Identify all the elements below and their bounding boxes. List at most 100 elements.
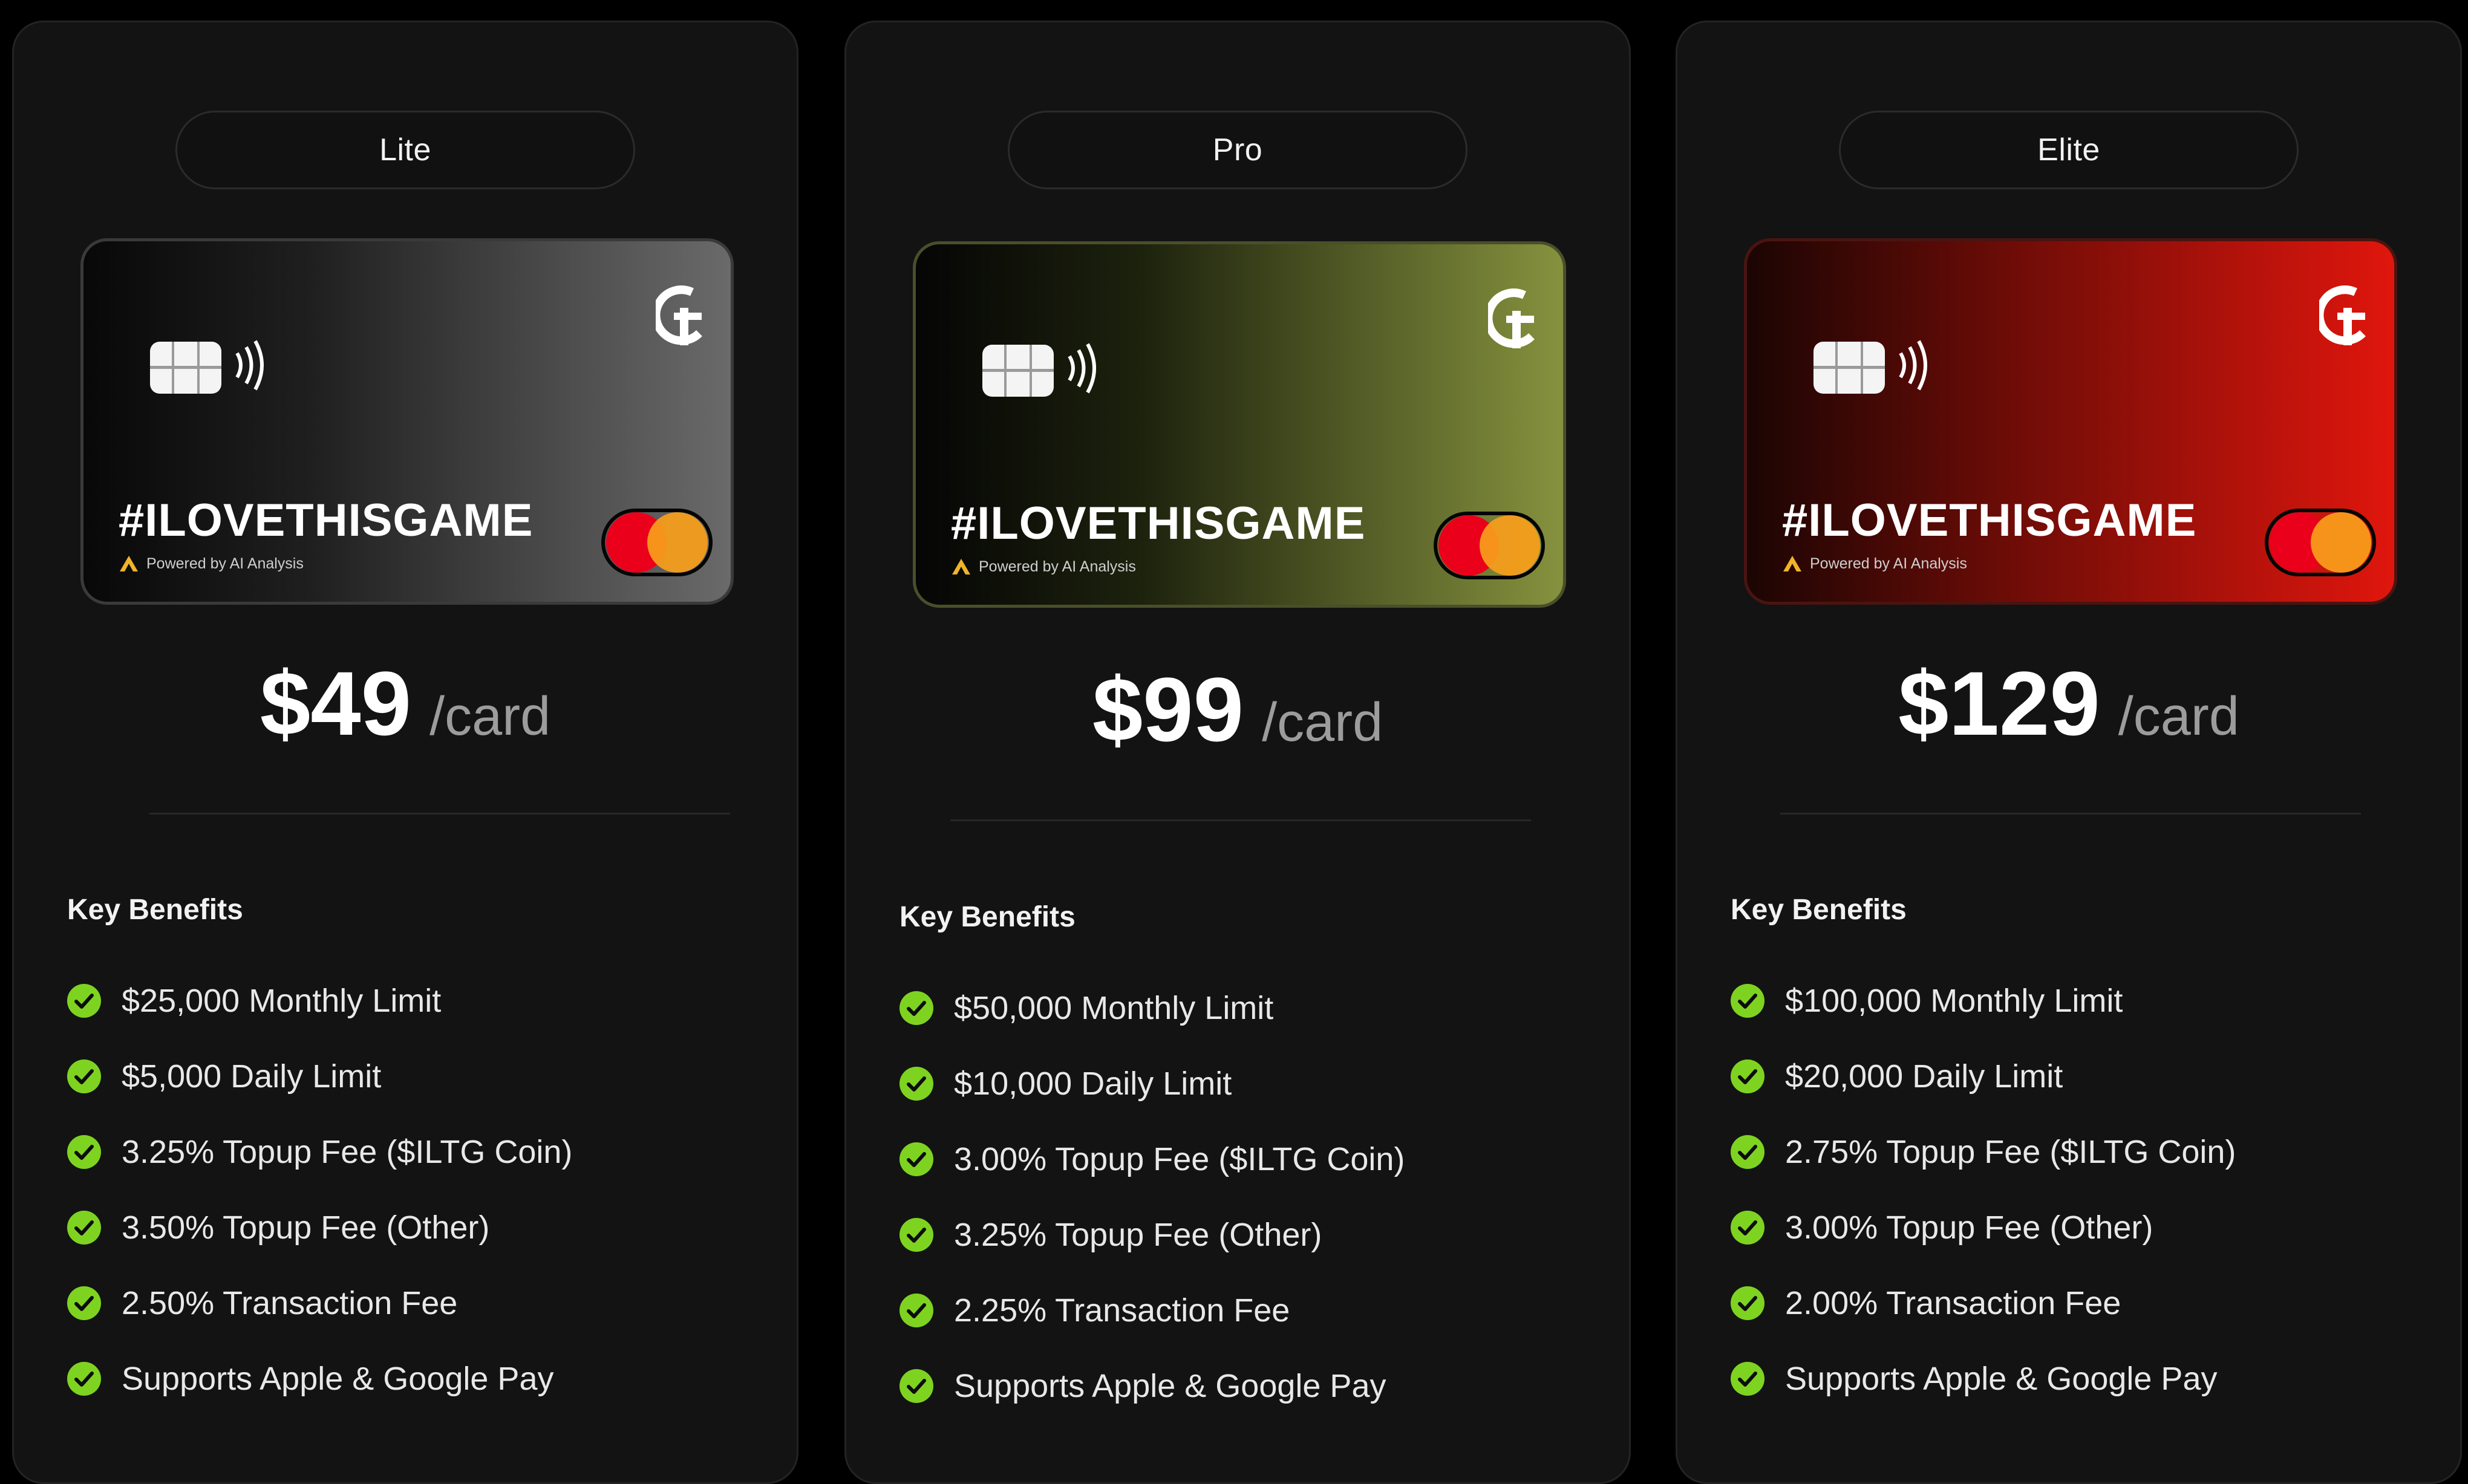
benefits-title: Key Benefits [1731,894,1907,926]
benefit-text: Supports Apple & Google Pay [122,1360,554,1397]
check-circle-icon [1731,1134,1764,1169]
price-unit: /card [2118,686,2239,747]
powered-by-text: Powered by AI Analysis [1810,555,1967,572]
benefit-item: $10,000 Daily Limit [899,1046,1405,1121]
check-circle-icon [1731,983,1764,1018]
benefit-item: $5,000 Daily Limit [67,1038,572,1114]
benefit-item: 3.25% Topup Fee ($ILTG Coin) [67,1114,572,1189]
benefit-text: $10,000 Daily Limit [954,1065,1232,1102]
ai-analysis-logo [1783,556,1801,571]
benefit-item: Supports Apple & Google Pay [899,1348,1405,1424]
benefits-title: Key Benefits [67,894,243,926]
plan-panel-pro: Pro #ILOVETHISGAME Powered by AI Analysi… [844,21,1631,1484]
benefit-item: 2.00% Transaction Fee [1731,1265,2236,1341]
benefit-text: 3.25% Topup Fee ($ILTG Coin) [122,1133,573,1170]
divider [1780,813,2361,815]
check-circle-icon [67,1134,101,1169]
powered-by: Powered by AI Analysis [951,558,1136,576]
check-circle-icon [67,1210,101,1245]
check-circle-icon [899,1293,933,1327]
powered-by: Powered by AI Analysis [1782,555,1967,573]
benefit-text: 2.25% Transaction Fee [954,1292,1290,1329]
benefit-item: $100,000 Monthly Limit [1731,963,2236,1038]
benefit-text: $25,000 Monthly Limit [122,982,442,1019]
card-slogan: #ILOVETHISGAME [119,495,534,546]
powered-by: Powered by AI Analysis [119,555,304,573]
price: $49/card [14,651,797,756]
brand-logo-icon [656,285,702,345]
mastercard-logo [601,509,713,576]
benefit-text: 3.00% Topup Fee ($ILTG Coin) [954,1141,1405,1177]
benefit-text: Supports Apple & Google Pay [1785,1360,2218,1397]
benefit-item: 2.25% Transaction Fee [899,1272,1405,1348]
ai-analysis-logo [952,559,970,574]
tier-button-elite[interactable]: Elite [1839,111,2299,189]
check-circle-icon [67,1361,101,1396]
brand-logo-icon [1488,288,1535,348]
check-circle-icon [1731,1210,1764,1245]
benefit-text: 2.75% Topup Fee ($ILTG Coin) [1785,1133,2236,1170]
card-slogan: #ILOVETHISGAME [1782,495,2197,546]
benefit-item: Supports Apple & Google Pay [67,1341,572,1416]
ai-analysis-logo [120,556,138,571]
price-amount: $49 [260,653,412,754]
divider [950,819,1531,821]
benefit-text: 3.25% Topup Fee (Other) [954,1216,1322,1253]
benefits-title: Key Benefits [899,901,1076,933]
benefit-text: 3.50% Topup Fee (Other) [122,1209,490,1246]
check-circle-icon [1731,1059,1764,1093]
price-amount: $129 [1898,653,2100,754]
benefit-item: 3.25% Topup Fee (Other) [899,1197,1405,1272]
check-circle-icon [67,1286,101,1320]
check-circle-icon [899,1368,933,1403]
benefit-item: 3.00% Topup Fee ($ILTG Coin) [899,1121,1405,1197]
powered-by-text: Powered by AI Analysis [146,555,304,572]
benefit-text: Supports Apple & Google Pay [954,1367,1386,1404]
benefit-text: $5,000 Daily Limit [122,1058,382,1095]
check-circle-icon [67,983,101,1018]
benefits-list: $25,000 Monthly Limit $5,000 Daily Limit… [67,963,572,1416]
benefits-list: $50,000 Monthly Limit $10,000 Daily Limi… [899,970,1405,1424]
card-chip-icon [1813,342,1885,394]
tier-button-pro[interactable]: Pro [1008,111,1467,189]
check-circle-icon [899,1217,933,1252]
benefit-item: 3.50% Topup Fee (Other) [67,1189,572,1265]
price: $129/card [1677,651,2460,756]
contactless-icon [1068,343,1096,394]
benefit-item: Supports Apple & Google Pay [1731,1341,2236,1416]
tier-button-lite[interactable]: Lite [175,111,635,189]
divider [149,813,730,815]
powered-by-text: Powered by AI Analysis [979,558,1136,575]
price-unit: /card [429,686,551,747]
price-unit: /card [1262,692,1383,753]
benefit-item: $25,000 Monthly Limit [67,963,572,1038]
benefit-item: 3.00% Topup Fee (Other) [1731,1189,2236,1265]
card-image-lite: #ILOVETHISGAME Powered by AI Analysis [80,238,734,605]
contactless-icon [235,340,264,391]
card-image-pro: #ILOVETHISGAME Powered by AI Analysis [913,241,1566,608]
benefit-item: 2.50% Transaction Fee [67,1265,572,1341]
price: $99/card [846,657,1629,762]
price-amount: $99 [1092,659,1244,760]
benefit-item: $20,000 Daily Limit [1731,1038,2236,1114]
benefits-list: $100,000 Monthly Limit $20,000 Daily Lim… [1731,963,2236,1416]
benefit-text: $100,000 Monthly Limit [1785,982,2123,1019]
check-circle-icon [899,991,933,1025]
benefit-text: 2.00% Transaction Fee [1785,1284,2121,1321]
check-circle-icon [1731,1361,1764,1396]
check-circle-icon [899,1066,933,1101]
card-image-elite: #ILOVETHISGAME Powered by AI Analysis [1744,238,2397,605]
card-chip-icon [982,345,1054,397]
plan-panel-lite: Lite #ILOVETHISGAME Powered by AI Analys… [12,21,798,1484]
check-circle-icon [67,1059,101,1093]
card-slogan: #ILOVETHISGAME [951,498,1366,549]
plan-panel-elite: Elite #ILOVETHISGAME Powered by AI Analy… [1676,21,2462,1484]
benefit-item: 2.75% Topup Fee ($ILTG Coin) [1731,1114,2236,1189]
benefit-text: $50,000 Monthly Limit [954,989,1274,1026]
check-circle-icon [899,1142,933,1176]
contactless-icon [1899,340,1927,391]
card-chip-icon [150,342,221,394]
benefit-text: 3.00% Topup Fee (Other) [1785,1209,2153,1246]
brand-logo-icon [2319,285,2366,345]
mastercard-logo [2265,509,2376,576]
